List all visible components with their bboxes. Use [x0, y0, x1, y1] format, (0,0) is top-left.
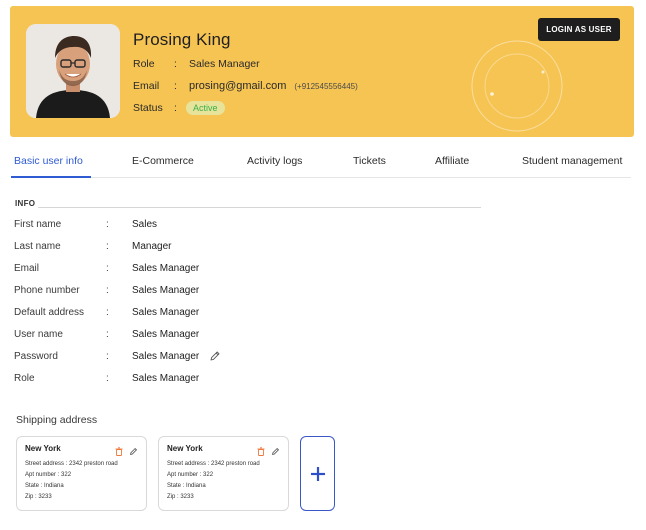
- info-row-email: Email : Sales Manager: [14, 261, 199, 275]
- separator: :: [106, 218, 109, 230]
- tab-student-management[interactable]: Student management: [522, 155, 622, 167]
- address-actions: [257, 443, 280, 461]
- info-row-first-name: First name : Sales: [14, 217, 157, 231]
- email-label: Email: [133, 80, 160, 92]
- info-row-user-name: User name : Sales Manager: [14, 327, 199, 341]
- address-city: New York: [167, 444, 203, 453]
- info-row-default-address: Default address : Sales Manager: [14, 305, 199, 319]
- address-actions: [115, 443, 138, 461]
- address-apt: Apt number : 322: [167, 472, 214, 478]
- decorative-circles: [471, 40, 563, 132]
- trash-icon[interactable]: [257, 443, 265, 461]
- tab-basic-user-info[interactable]: Basic user info: [14, 155, 83, 167]
- info-row-role: Role : Sales Manager: [14, 371, 199, 385]
- separator: :: [174, 102, 177, 114]
- address-card[interactable]: New York Street address : 2342 preston r…: [158, 436, 289, 511]
- tab-bar: Basic user info E-Commerce Activity logs…: [0, 150, 646, 178]
- active-tab-indicator: [11, 176, 91, 178]
- separator: :: [174, 58, 177, 70]
- info-section-title: INFO: [15, 199, 36, 208]
- email-row: Email : prosing@gmail.com (+912545556445…: [133, 80, 358, 92]
- user-name: Prosing King: [133, 30, 231, 49]
- tabs-divider: [11, 177, 631, 178]
- info-row-phone-number: Phone number : Sales Manager: [14, 283, 199, 297]
- separator: :: [106, 372, 109, 384]
- address-apt: Apt number : 322: [25, 472, 72, 478]
- edit-password-pencil-icon[interactable]: [209, 350, 221, 362]
- address-street: Street address : 2342 preston road: [167, 461, 260, 467]
- pencil-icon[interactable]: [271, 443, 280, 461]
- pencil-icon[interactable]: [129, 443, 138, 461]
- separator: :: [106, 306, 109, 318]
- field-label: Last name: [14, 240, 61, 252]
- field-label: Phone number: [14, 284, 80, 296]
- address-state: State : Indiana: [25, 483, 64, 489]
- email-value: prosing@gmail.com: [189, 80, 287, 92]
- separator: :: [106, 284, 109, 296]
- status-badge: Active: [186, 101, 225, 115]
- field-value: Sales Manager: [132, 350, 200, 362]
- field-value: Sales Manager: [132, 262, 200, 274]
- field-label: User name: [14, 328, 63, 340]
- role-row: Role : Sales Manager: [133, 58, 260, 70]
- info-divider: [38, 207, 481, 208]
- profile-header-card: Prosing King Role : Sales Manager Email …: [10, 6, 634, 137]
- role-value: Sales Manager: [189, 58, 260, 70]
- address-city: New York: [25, 444, 61, 453]
- field-label: First name: [14, 218, 62, 230]
- field-value: Sales Manager: [132, 328, 200, 340]
- status-row: Status : Active: [133, 101, 225, 115]
- address-zip: Zip : 3233: [167, 494, 194, 500]
- field-value: Sales Manager: [132, 284, 200, 296]
- status-label: Status: [133, 102, 163, 114]
- separator: :: [106, 262, 109, 274]
- plus-icon: [310, 466, 325, 481]
- role-label: Role: [133, 58, 155, 70]
- trash-icon[interactable]: [115, 443, 123, 461]
- separator: :: [106, 240, 109, 252]
- field-label: Default address: [14, 306, 85, 318]
- info-row-password: Password : Sales Manager: [14, 349, 221, 363]
- field-value: Sales Manager: [132, 372, 200, 384]
- add-address-button[interactable]: [300, 436, 335, 511]
- tab-affiliate[interactable]: Affiliate: [435, 155, 469, 167]
- field-value: Sales Manager: [132, 306, 200, 318]
- address-card[interactable]: New York Street address : 2342 preston r…: [16, 436, 147, 511]
- address-state: State : Indiana: [167, 483, 206, 489]
- tab-e-commerce[interactable]: E-Commerce: [132, 155, 194, 167]
- separator: :: [106, 350, 109, 362]
- phone-value: (+912545556445): [294, 81, 358, 91]
- shipping-address-title: Shipping address: [16, 414, 98, 426]
- tab-tickets[interactable]: Tickets: [353, 155, 386, 167]
- field-label: Role: [14, 372, 35, 384]
- field-value: Sales: [132, 218, 158, 230]
- field-label: Password: [14, 350, 58, 362]
- field-value: Manager: [132, 240, 172, 252]
- separator: :: [106, 328, 109, 340]
- separator: :: [174, 80, 177, 92]
- address-zip: Zip : 3233: [25, 494, 52, 500]
- address-street: Street address : 2342 preston road: [25, 461, 118, 467]
- info-row-last-name: Last name : Manager: [14, 239, 171, 253]
- avatar-photo: [26, 24, 120, 118]
- field-label: Email: [14, 262, 40, 274]
- tab-activity-logs[interactable]: Activity logs: [247, 155, 302, 167]
- avatar: [26, 24, 120, 118]
